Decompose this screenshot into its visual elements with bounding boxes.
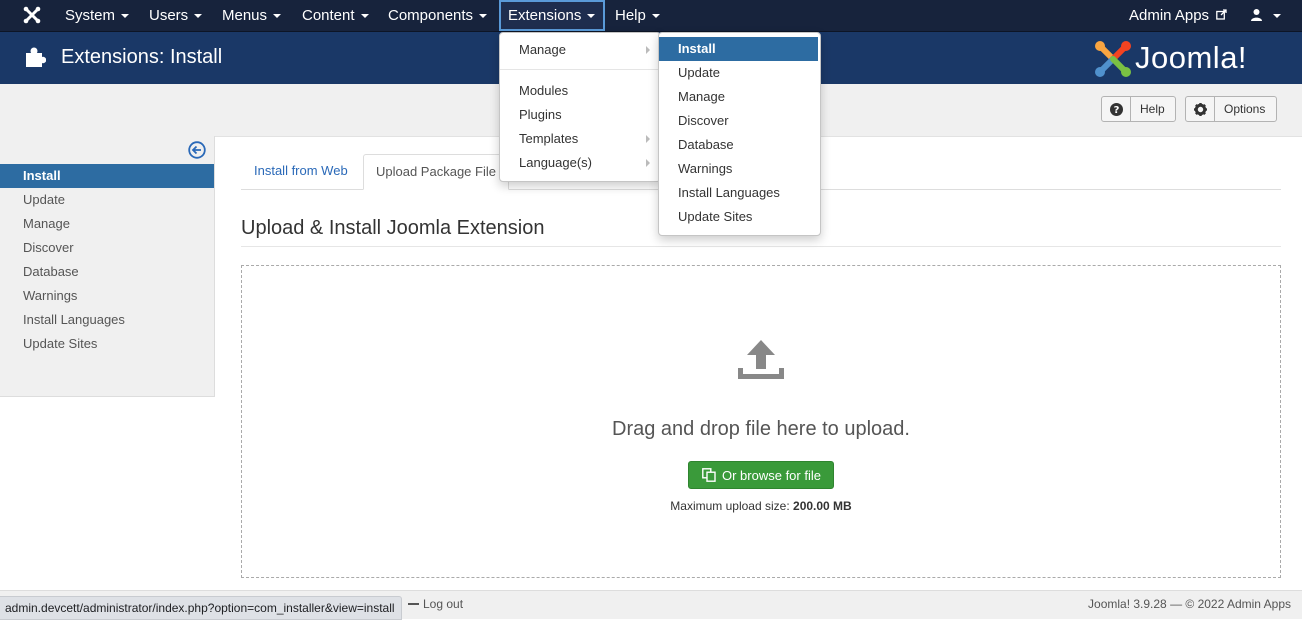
puzzle-icon xyxy=(24,46,47,71)
sidebar-item-update[interactable]: Update xyxy=(0,188,214,212)
collapse-sidebar-icon[interactable] xyxy=(188,141,206,162)
menu-item-manage-label: Manage xyxy=(519,42,566,57)
joomla-logo-text: Joomla! xyxy=(1135,40,1248,75)
nav-extensions-label: Extensions xyxy=(508,7,582,24)
tab-install-from-web[interactable]: Install from Web xyxy=(242,154,360,190)
joomla-logo-icon xyxy=(1094,40,1132,81)
menu-item-modules[interactable]: Modules xyxy=(500,79,658,103)
nav-users-label: Users xyxy=(149,7,189,24)
logout-link[interactable]: Log out xyxy=(423,597,463,611)
nav-components-label: Components xyxy=(388,7,474,24)
caret-down-icon xyxy=(1273,14,1281,19)
sidebar: Install Update Manage Discover Database … xyxy=(0,136,215,397)
sidebar-item-discover[interactable]: Discover xyxy=(0,236,214,260)
nav-extensions[interactable]: Extensions xyxy=(499,0,605,31)
question-icon: ? xyxy=(1102,97,1131,121)
caret-down-icon xyxy=(587,14,596,19)
footer-version: Joomla! 3.9.28 — © 2022 Admin Apps xyxy=(1088,597,1291,611)
drop-instructions: Drag and drop file here to upload. xyxy=(612,418,910,440)
external-link-icon xyxy=(1216,2,1227,33)
sidebar-item-install[interactable]: Install xyxy=(0,164,214,188)
upload-icon xyxy=(736,338,786,385)
submenu-item-update-sites[interactable]: Update Sites xyxy=(659,205,818,229)
nav-system[interactable]: System xyxy=(65,0,130,31)
browse-file-label: Or browse for file xyxy=(722,468,821,483)
tab-upload-package-file[interactable]: Upload Package File xyxy=(363,154,509,190)
sidebar-item-database[interactable]: Database xyxy=(0,260,214,284)
menu-item-plugins[interactable]: Plugins xyxy=(500,103,658,127)
page-title: Extensions: Install xyxy=(61,46,223,68)
files-icon xyxy=(702,468,716,485)
max-upload-size: Maximum upload size: 200.00 MB xyxy=(241,499,1281,513)
nav-content-label: Content xyxy=(302,7,355,24)
nav-menus-label: Menus xyxy=(222,7,268,24)
copyright-text: © 2022 Admin Apps xyxy=(1185,597,1291,611)
caret-down-icon xyxy=(651,14,660,19)
user-icon xyxy=(1250,1,1263,32)
nav-menus[interactable]: Menus xyxy=(222,0,282,31)
menu-item-manage[interactable]: Manage xyxy=(500,38,658,62)
submenu-item-install-languages[interactable]: Install Languages xyxy=(659,181,818,205)
max-upload-label: Maximum upload size: xyxy=(670,499,790,513)
sidebar-item-install-languages[interactable]: Install Languages xyxy=(0,308,214,332)
submenu-item-discover[interactable]: Discover xyxy=(659,109,818,133)
menu-item-templates[interactable]: Templates xyxy=(500,127,658,151)
sidebar-item-warnings[interactable]: Warnings xyxy=(0,284,214,308)
section-divider xyxy=(241,246,1281,247)
nav-users[interactable]: Users xyxy=(149,0,203,31)
menu-item-templates-label: Templates xyxy=(519,131,579,146)
nav-content[interactable]: Content xyxy=(302,0,369,31)
logout-icon xyxy=(408,603,419,605)
caret-down-icon xyxy=(121,14,130,19)
sidebar-item-manage[interactable]: Manage xyxy=(0,212,214,236)
caret-down-icon xyxy=(479,14,488,19)
menu-divider xyxy=(500,69,658,70)
help-button[interactable]: ? Help xyxy=(1101,96,1176,122)
submenu-item-database[interactable]: Database xyxy=(659,133,818,157)
submenu-arrow-icon xyxy=(646,159,650,167)
user-menu[interactable] xyxy=(1250,0,1281,31)
admin-apps-link[interactable]: Admin Apps xyxy=(1129,0,1227,31)
joomla-home-icon[interactable] xyxy=(23,6,41,24)
submenu-arrow-icon xyxy=(646,135,650,143)
section-title: Upload & Install Joomla Extension xyxy=(241,217,545,239)
browse-file-button[interactable]: Or browse for file xyxy=(688,461,834,489)
caret-down-icon xyxy=(273,14,282,19)
options-button[interactable]: Options xyxy=(1185,96,1277,122)
nav-help[interactable]: Help xyxy=(615,0,660,31)
max-upload-value: 200.00 MB xyxy=(793,499,852,513)
submenu-item-update[interactable]: Update xyxy=(659,61,818,85)
version-text: Joomla! 3.9.28 xyxy=(1088,597,1167,611)
nav-system-label: System xyxy=(65,7,116,24)
menu-item-languages[interactable]: Language(s) xyxy=(500,151,658,175)
caret-down-icon xyxy=(360,14,369,19)
caret-down-icon xyxy=(194,14,203,19)
help-button-label: Help xyxy=(1140,102,1165,116)
svg-text:?: ? xyxy=(1113,105,1119,116)
manage-submenu: Install Update Manage Discover Database … xyxy=(658,32,821,236)
browser-status-url: admin.devcett/administrator/index.php?op… xyxy=(0,596,402,620)
extensions-dropdown: Manage Modules Plugins Templates Languag… xyxy=(499,32,661,182)
nav-components[interactable]: Components xyxy=(388,0,488,31)
sidebar-item-update-sites[interactable]: Update Sites xyxy=(0,332,214,356)
submenu-item-install[interactable]: Install xyxy=(659,37,818,61)
top-navbar: System Users Menus Content Components Ex… xyxy=(0,0,1302,32)
admin-apps-label: Admin Apps xyxy=(1129,7,1210,24)
submenu-arrow-icon xyxy=(646,46,650,54)
nav-help-label: Help xyxy=(615,7,646,24)
menu-item-languages-label: Language(s) xyxy=(519,155,592,170)
options-button-label: Options xyxy=(1224,102,1266,116)
gear-icon xyxy=(1186,97,1215,121)
submenu-item-warnings[interactable]: Warnings xyxy=(659,157,818,181)
submenu-item-manage[interactable]: Manage xyxy=(659,85,818,109)
